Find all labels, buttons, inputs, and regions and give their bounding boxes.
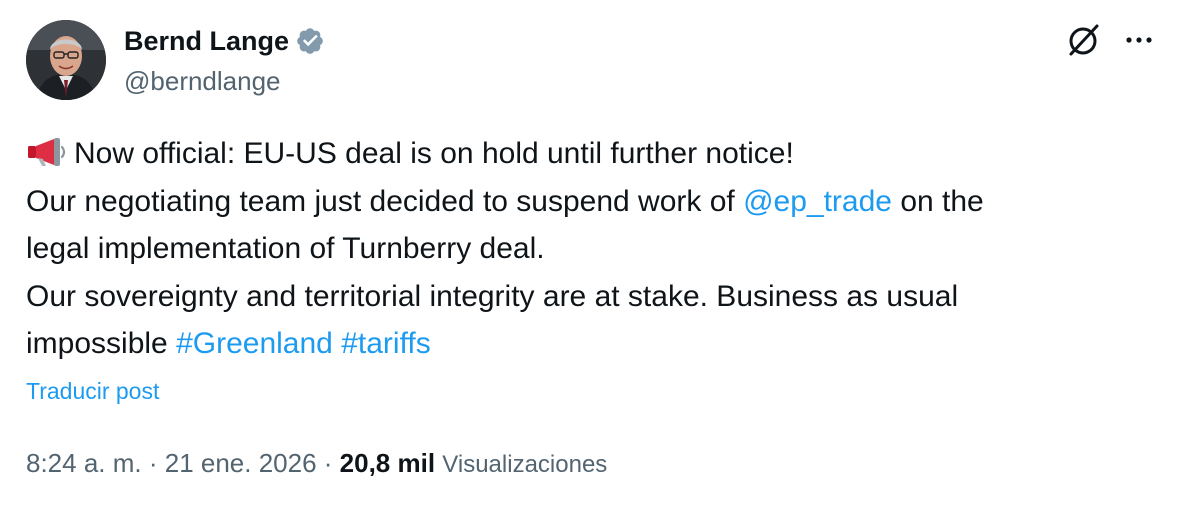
mention-link[interactable]: @ep_trade <box>743 185 892 218</box>
post-line-5-text: impossible <box>26 327 177 360</box>
post-line-4: Our sovereignty and territorial integrit… <box>26 279 959 313</box>
grok-icon[interactable] <box>1066 22 1102 58</box>
post-time[interactable]: 8:24 a. m. <box>26 448 142 478</box>
post-date[interactable]: 21 ene. 2026 <box>165 448 317 478</box>
post-text: Now official: EU-US deal is on hold unti… <box>26 130 1156 368</box>
post-line-2-text: Our negotiating team just decided to sus… <box>26 184 744 218</box>
verified-badge-icon[interactable] <box>295 26 325 56</box>
tweet: Bernd Lange @berndlange Now official: EU… <box>0 0 1182 516</box>
post-line-2: Our negotiating team just decided to sus… <box>26 178 1156 226</box>
meta-separator: · <box>316 448 340 478</box>
more-options-icon[interactable] <box>1122 28 1156 52</box>
views-count: 20,8 mil <box>339 448 436 478</box>
post-meta: 8:24 a. m. · 21 ene. 2026 · 20,8 mil Vis… <box>26 446 607 482</box>
author-handle[interactable]: @berndlange <box>124 64 281 98</box>
megaphone-icon <box>26 134 72 166</box>
hashtag-link-tariffs[interactable]: #tariffs <box>341 327 431 360</box>
post-line-5: impossible #Greenland #tariffs <box>26 320 1156 368</box>
hashtag-link-greenland[interactable]: #Greenland <box>176 327 333 360</box>
profile-photo-icon <box>26 20 106 100</box>
post-line-1: Now official: EU-US deal is on hold unti… <box>26 130 1156 178</box>
views-label: Visualizaciones <box>442 451 608 478</box>
post-line-1-text: Now official: EU-US deal is on hold unti… <box>74 137 794 170</box>
post-line-2-end: on the <box>891 184 984 218</box>
translate-post-link[interactable]: Traducir post <box>26 376 159 406</box>
display-name[interactable]: Bernd Lange <box>124 24 289 58</box>
avatar[interactable] <box>26 20 106 100</box>
meta-separator: · <box>141 448 165 478</box>
author-row: Bernd Lange <box>124 24 325 58</box>
post-line-3: legal implementation of Turnberry deal. <box>26 232 545 265</box>
